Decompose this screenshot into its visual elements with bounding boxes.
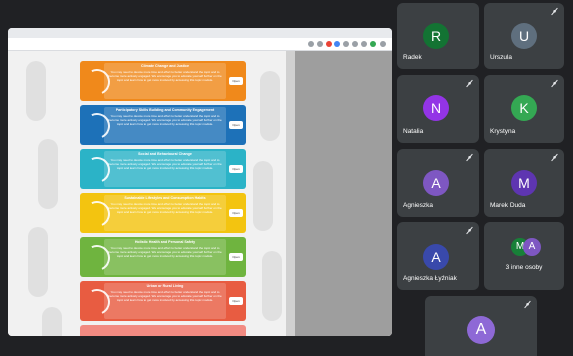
share-icon[interactable] xyxy=(317,41,323,47)
search-icon[interactable] xyxy=(308,41,314,47)
participant-name: Agnieszka xyxy=(403,202,433,209)
avatar: A xyxy=(423,170,449,196)
module-card xyxy=(80,325,246,336)
module-title: Holistic Health and Personal Safety xyxy=(134,240,196,244)
open-button[interactable]: Open xyxy=(229,297,243,305)
participant-name: Radek xyxy=(403,54,422,61)
background-shape xyxy=(253,161,273,231)
avatar: A xyxy=(423,244,449,270)
open-button[interactable]: Open xyxy=(229,77,243,85)
module-description: You may need to devote more time and eff… xyxy=(108,246,222,258)
module-description: You may need to devote more time and eff… xyxy=(108,70,222,82)
participant-tile[interactable]: ● M Marek Duda xyxy=(484,149,564,217)
participant-tile[interactable]: ● A Agnieszka Łyźniak xyxy=(397,222,479,290)
participant-tile[interactable]: ● A Agnieszka xyxy=(397,149,479,217)
participant-tile[interactable]: R Radek xyxy=(397,3,479,69)
extension-icon[interactable] xyxy=(334,41,340,47)
participant-tile[interactable]: ● K Krystyna xyxy=(484,75,564,143)
module-card: Urban or Rural Living You may need to de… xyxy=(80,281,246,321)
participant-name: Natalia xyxy=(403,128,424,135)
participant-name: Urszula xyxy=(490,54,513,61)
open-button[interactable]: Open xyxy=(229,121,243,129)
module-description: You may need to devote more time and eff… xyxy=(108,202,222,214)
participant-tile[interactable]: ● N Natalia xyxy=(397,75,479,143)
module-title: Climate Change and Justice xyxy=(141,64,189,68)
browser-tab-bar xyxy=(8,28,392,38)
menu-icon[interactable] xyxy=(380,41,386,47)
background-shape xyxy=(26,61,46,121)
avatar: K xyxy=(511,95,537,121)
more-participants-tile[interactable]: M A 3 inne osoby xyxy=(484,222,564,290)
participant-name: Agnieszka Łyźniak xyxy=(403,275,457,282)
module-title: Urban or Rural Living xyxy=(146,284,184,288)
mic-off-icon: ● xyxy=(467,81,472,87)
module-title: Participatory Skills Building and Commun… xyxy=(115,108,215,112)
module-description: You may need to devote more time and eff… xyxy=(108,158,222,170)
web-page: Climate Change and Justice You may need … xyxy=(8,51,392,336)
shared-screen: Climate Change and Justice You may need … xyxy=(8,28,392,336)
meet-window: Climate Change and Justice You may need … xyxy=(0,0,573,356)
background-shape xyxy=(42,307,62,336)
module-title: Social and Behavioural Change xyxy=(138,152,192,156)
self-view-tile[interactable]: ● A xyxy=(425,296,537,356)
open-button[interactable]: Open xyxy=(229,253,243,261)
avatar: A xyxy=(467,316,495,344)
background-shape xyxy=(38,139,58,209)
mic-off-icon: ● xyxy=(467,155,472,161)
background-shape xyxy=(28,227,48,297)
participant-name: Krystyna xyxy=(490,128,516,135)
extension-icon[interactable] xyxy=(326,41,332,47)
open-button[interactable]: Open xyxy=(229,165,243,173)
module-description: You may need to devote more time and eff… xyxy=(108,290,222,302)
background-shape xyxy=(260,71,280,141)
participant-name: Marek Duda xyxy=(490,202,526,209)
downloads-icon[interactable] xyxy=(361,41,367,47)
extension-icon[interactable] xyxy=(343,41,349,47)
background-shape xyxy=(262,251,282,321)
page-divider xyxy=(286,51,295,336)
module-card: Social and Behavioural Change You may ne… xyxy=(80,149,246,189)
avatar: N xyxy=(423,95,449,121)
mic-off-icon: ● xyxy=(552,155,557,161)
puzzle-icon[interactable] xyxy=(352,41,358,47)
module-card: Participatory Skills Building and Commun… xyxy=(80,105,246,145)
browser-toolbar xyxy=(8,38,392,51)
module-card: Sustainable Lifestyles and Consumption H… xyxy=(80,193,246,233)
participant-tile[interactable]: ● U Urszula xyxy=(484,3,564,69)
mic-off-icon: ● xyxy=(525,302,530,308)
avatar: U xyxy=(511,23,537,49)
module-description: You may need to devote more time and eff… xyxy=(108,114,222,126)
more-participants-label: 3 inne osoby xyxy=(505,264,543,271)
mic-off-icon: ● xyxy=(552,81,557,87)
open-button[interactable]: Open xyxy=(229,209,243,217)
mic-off-icon: ● xyxy=(552,9,557,15)
module-card: Climate Change and Justice You may need … xyxy=(80,61,246,101)
avatar: M xyxy=(511,170,537,196)
mic-off-icon: ● xyxy=(467,228,472,234)
avatar: A xyxy=(523,238,541,256)
profile-icon[interactable] xyxy=(370,41,376,47)
page-margin xyxy=(295,51,392,336)
module-card: Holistic Health and Personal Safety You … xyxy=(80,237,246,277)
avatar: R xyxy=(423,23,449,49)
module-title: Sustainable Lifestyles and Consumption H… xyxy=(124,196,206,200)
